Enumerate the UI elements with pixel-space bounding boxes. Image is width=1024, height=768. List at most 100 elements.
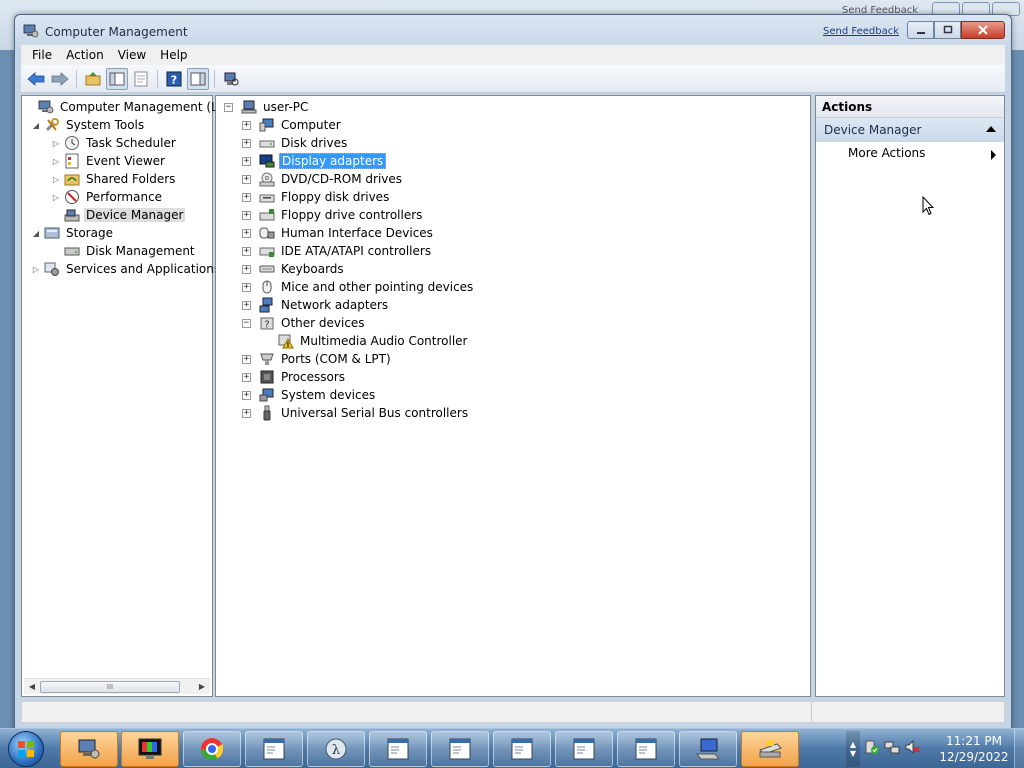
system-clock[interactable]: 11:21 PM 12/29/2022 <box>936 733 1012 765</box>
expand-box-icon[interactable]: + <box>242 174 251 184</box>
expand-box-icon[interactable]: + <box>242 228 251 238</box>
device-category-network-adapters[interactable]: + Network adapters <box>242 296 390 314</box>
action-center-icon[interactable] <box>864 739 880 755</box>
tree-item-services-applications[interactable]: ▷ Services and Applications <box>30 260 222 278</box>
device-category-other-devices[interactable]: −? Other devices <box>242 314 367 332</box>
device-category-disk-drives[interactable]: + Disk drives <box>242 134 349 152</box>
taskbar-computer-management[interactable] <box>60 731 118 767</box>
expand-box-icon[interactable]: + <box>242 210 251 220</box>
expand-box-icon[interactable]: + <box>242 138 251 148</box>
title-bar[interactable]: Computer Management Send Feedback <box>15 15 1011 47</box>
collapse-box-icon[interactable]: − <box>224 102 233 112</box>
taskbar-scroll[interactable]: ▲ ▼ <box>846 731 860 767</box>
taskbar-scanner-app[interactable] <box>741 731 799 767</box>
collapse-arrow-icon[interactable]: ◢ <box>30 121 42 130</box>
menu-action[interactable]: Action <box>59 48 111 62</box>
scroll-down-icon[interactable]: ▼ <box>850 749 856 758</box>
taskbar-window-2[interactable] <box>369 731 427 767</box>
taskbar-window-6[interactable] <box>617 731 675 767</box>
taskbar-display-app[interactable] <box>121 731 179 767</box>
device-category-processors[interactable]: + Processors <box>242 368 347 386</box>
actions-section-device-manager[interactable]: Device Manager <box>816 118 1004 142</box>
scan-hardware-icon <box>224 72 239 85</box>
expand-arrow-icon[interactable]: ▷ <box>50 139 62 148</box>
tree-item-performance[interactable]: ▷ Performance <box>50 188 164 206</box>
collapse-triangle-icon[interactable] <box>986 126 996 132</box>
taskbar-lambda-app[interactable]: λ <box>307 731 365 767</box>
taskbar-window-3[interactable] <box>431 731 489 767</box>
expand-arrow-icon[interactable]: ▷ <box>50 193 62 202</box>
tree-item-storage[interactable]: ◢ Storage <box>30 224 115 242</box>
properties-button[interactable] <box>130 68 152 90</box>
tree-item-task-scheduler[interactable]: ▷ Task Scheduler <box>50 134 178 152</box>
expand-box-icon[interactable]: + <box>242 282 251 292</box>
device-multimedia-audio-controller[interactable]: ! Multimedia Audio Controller <box>276 332 469 350</box>
forward-button[interactable] <box>49 68 71 90</box>
expand-box-icon[interactable]: + <box>242 192 251 202</box>
maximize-button[interactable] <box>934 21 961 39</box>
show-hide-action-pane-button[interactable] <box>187 67 209 90</box>
device-category-ide-ata[interactable]: + IDE ATA/ATAPI controllers <box>242 242 433 260</box>
start-button[interactable] <box>3 730 49 768</box>
scroll-up-icon[interactable]: ▲ <box>850 740 856 749</box>
device-category-dvd-cdrom[interactable]: + DVD/CD-ROM drives <box>242 170 404 188</box>
device-category-keyboards[interactable]: + Keyboards <box>242 260 346 278</box>
expand-box-icon[interactable]: + <box>242 390 251 400</box>
menu-view[interactable]: View <box>111 48 153 62</box>
menu-file[interactable]: File <box>25 48 59 62</box>
taskbar-chrome[interactable] <box>183 731 241 767</box>
expand-box-icon[interactable]: + <box>242 372 251 382</box>
expand-box-icon[interactable]: + <box>242 246 251 256</box>
device-category-system-devices[interactable]: + System devices <box>242 386 377 404</box>
device-category-floppy-disk[interactable]: + Floppy disk drives <box>242 188 391 206</box>
expand-box-icon[interactable]: + <box>242 156 251 166</box>
taskbar-window-1[interactable] <box>245 731 303 767</box>
device-category-mice[interactable]: + Mice and other pointing devices <box>242 278 475 296</box>
expand-box-icon[interactable]: + <box>242 300 251 310</box>
tree-item-device-manager[interactable]: Device Manager <box>50 206 186 224</box>
scroll-thumb[interactable]: III <box>40 680 180 693</box>
taskbar-device-app[interactable] <box>679 731 737 767</box>
tree-item-event-viewer[interactable]: ▷ Event Viewer <box>50 152 167 170</box>
device-tree-root[interactable]: − user-PC <box>224 98 310 116</box>
expand-box-icon[interactable]: + <box>242 264 251 274</box>
scan-hardware-button[interactable] <box>220 68 242 90</box>
minimize-button[interactable] <box>907 21 934 39</box>
show-desktop-button[interactable] <box>1014 729 1024 768</box>
device-category-usb-controllers[interactable]: + Universal Serial Bus controllers <box>242 404 470 422</box>
scroll-left-icon[interactable]: ◀ <box>24 682 40 691</box>
menu-help[interactable]: Help <box>153 48 194 62</box>
expand-arrow-icon[interactable]: ▷ <box>30 265 42 274</box>
device-category-hid[interactable]: + Human Interface Devices <box>242 224 435 242</box>
tree-item-disk-management[interactable]: Disk Management <box>50 242 197 260</box>
tree-label: Human Interface Devices <box>281 226 433 240</box>
tree-item-system-tools[interactable]: ◢ System Tools <box>30 116 146 134</box>
taskbar-window-4[interactable] <box>493 731 551 767</box>
device-category-display-adapters[interactable]: + Display adapters <box>242 152 387 170</box>
expand-arrow-icon[interactable]: ▷ <box>50 175 62 184</box>
device-category-floppy-controllers[interactable]: + Floppy drive controllers <box>242 206 424 224</box>
expand-arrow-icon[interactable]: ▷ <box>50 157 62 166</box>
device-category-ports[interactable]: + Ports (COM & LPT) <box>242 350 393 368</box>
taskbar-window-5[interactable] <box>555 731 613 767</box>
collapse-box-icon[interactable]: − <box>242 318 251 328</box>
help-button[interactable]: ? <box>163 68 185 90</box>
expand-box-icon[interactable]: + <box>242 120 251 130</box>
send-feedback-link[interactable]: Send Feedback <box>823 26 899 37</box>
volume-muted-icon[interactable] <box>904 739 920 755</box>
scroll-right-icon[interactable]: ▶ <box>194 682 210 691</box>
up-folder-button[interactable] <box>82 68 104 90</box>
horizontal-scrollbar[interactable]: ◀ III ▶ <box>24 678 210 694</box>
close-button[interactable] <box>961 21 1005 39</box>
collapse-arrow-icon[interactable]: ◢ <box>30 229 42 238</box>
expand-box-icon[interactable]: + <box>242 354 251 364</box>
more-actions-item[interactable]: More Actions <box>816 142 1004 164</box>
tree-item-shared-folders[interactable]: ▷ Shared Folders <box>50 170 177 188</box>
device-category-computer[interactable]: + Computer <box>242 116 343 134</box>
tree-item-computer-management[interactable]: Computer Management (Local <box>24 98 244 116</box>
expand-box-icon[interactable]: + <box>242 408 251 418</box>
tree-label: Task Scheduler <box>86 136 176 150</box>
show-hide-console-tree-button[interactable] <box>106 67 128 90</box>
network-icon[interactable] <box>884 739 900 755</box>
back-button[interactable] <box>25 68 47 90</box>
